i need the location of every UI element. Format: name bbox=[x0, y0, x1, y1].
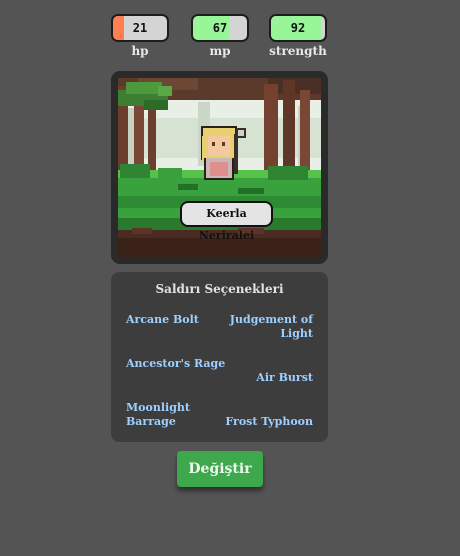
attack-judgement-of-light[interactable]: Judgement of Light bbox=[213, 313, 313, 341]
attack-air-burst[interactable]: Air Burst bbox=[213, 371, 313, 385]
strength-value: 92 bbox=[290, 21, 306, 35]
attack-options-panel: Saldırı Seçenekleri Arcane Bolt Judgemen… bbox=[111, 272, 328, 442]
attack-arcane-bolt[interactable]: Arcane Bolt bbox=[126, 313, 226, 327]
strength-bar: 92 bbox=[269, 14, 327, 42]
stat-mp: 67 mp bbox=[191, 14, 249, 58]
mp-value: 67 bbox=[212, 21, 228, 35]
hp-label: hp bbox=[131, 44, 149, 58]
character-name: Keerla Neriralei bbox=[180, 201, 273, 242]
hp-bar: 21 bbox=[111, 14, 169, 42]
hp-value: 21 bbox=[132, 21, 148, 35]
stat-strength: 92 strength bbox=[269, 14, 327, 58]
attack-options-title: Saldırı Seçenekleri bbox=[155, 282, 284, 296]
attack-moonlight-barrage[interactable]: Moonlight Barrage bbox=[126, 401, 226, 429]
character-scene: Keerla Neriralei bbox=[111, 71, 328, 264]
attack-frost-typhoon[interactable]: Frost Typhoon bbox=[213, 415, 313, 429]
strength-label: strength bbox=[269, 44, 327, 58]
stat-hp: 21 hp bbox=[111, 14, 169, 58]
mp-label: mp bbox=[209, 44, 231, 58]
change-button[interactable]: Değiştir bbox=[177, 451, 263, 487]
mp-bar: 67 bbox=[191, 14, 249, 42]
attack-ancestors-rage[interactable]: Ancestor's Rage bbox=[126, 357, 226, 371]
